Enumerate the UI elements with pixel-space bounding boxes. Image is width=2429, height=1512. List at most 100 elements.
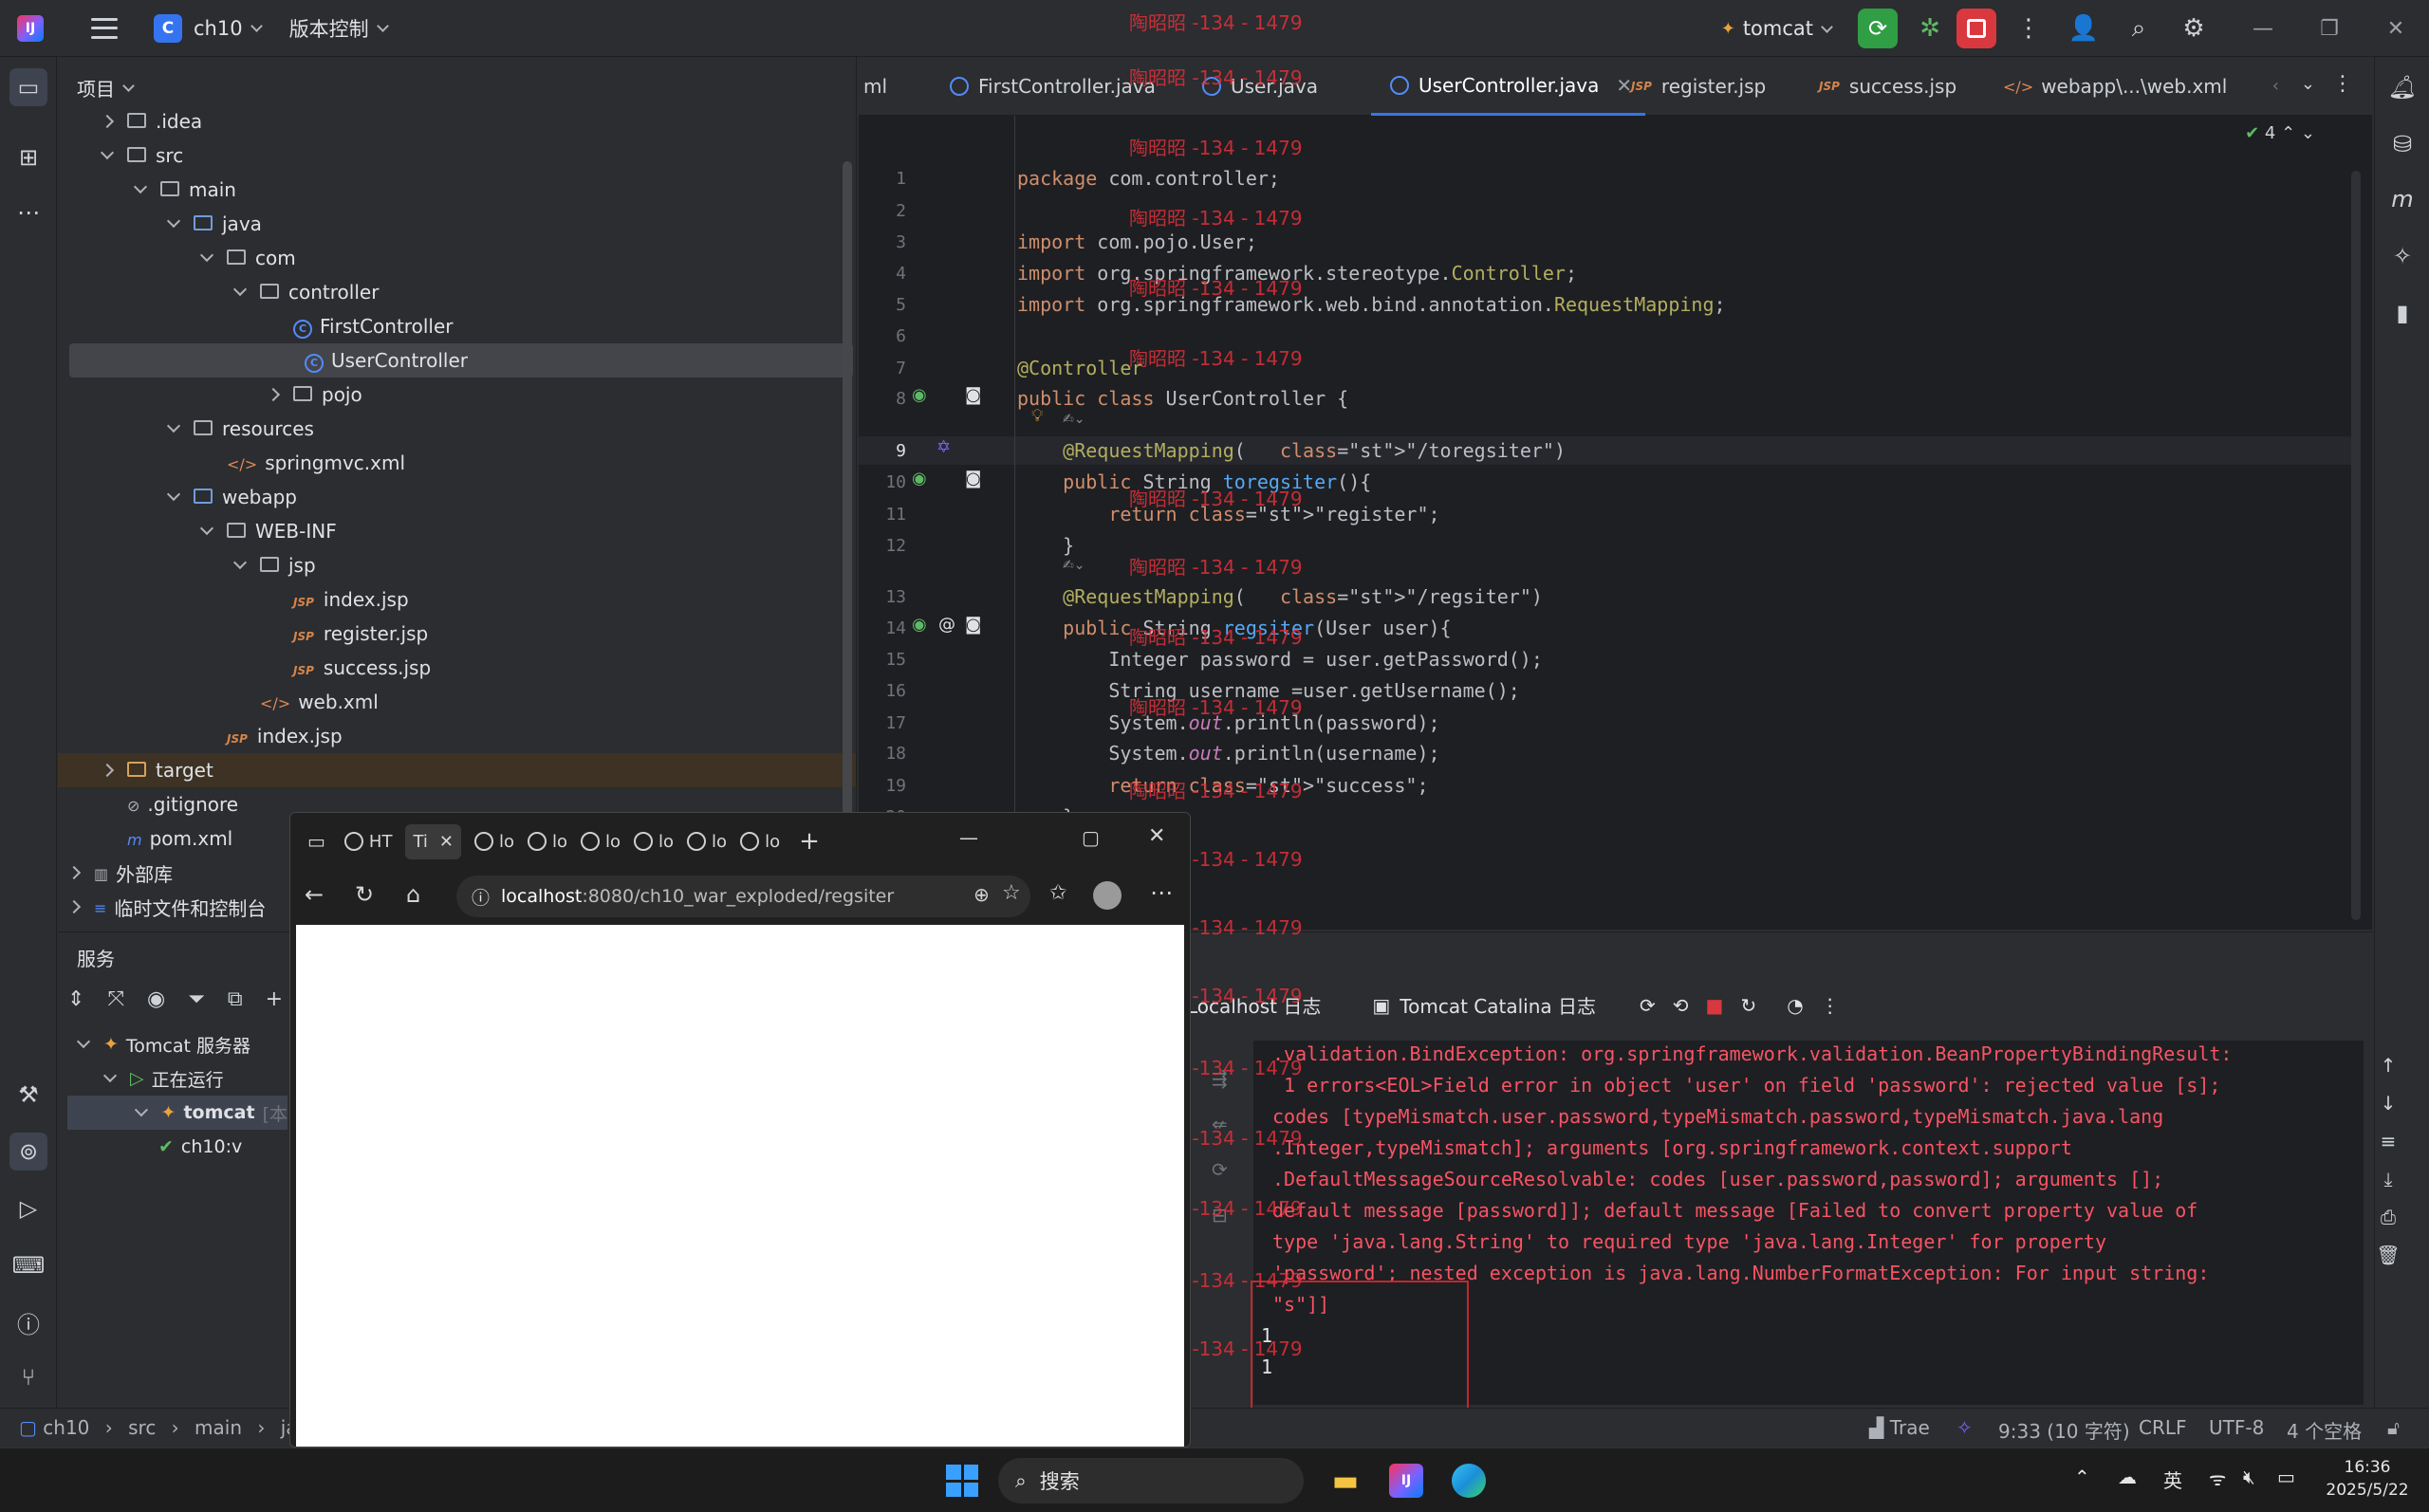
rerun-button[interactable]: ⟳ — [1858, 9, 1898, 48]
new-tab-icon[interactable]: + — [799, 827, 820, 856]
favorites-icon[interactable]: ✩ — [1049, 881, 1066, 905]
chevron-down-icon[interactable] — [133, 179, 148, 194]
build-tool-icon[interactable]: ⚒ — [9, 1076, 47, 1114]
browser-tab[interactable]: lo — [528, 832, 567, 852]
tree-item[interactable]: jsp — [58, 548, 856, 582]
add-user-button[interactable]: 👤 — [2065, 9, 2103, 47]
browser-close-button[interactable]: ✕ — [1148, 824, 1165, 848]
bean-icon[interactable]: ◉ — [912, 385, 927, 405]
tree-item[interactable]: C UserController — [69, 343, 853, 378]
tree-item[interactable]: pojo — [58, 378, 856, 412]
ime-indicator[interactable]: 英 — [2163, 1466, 2182, 1493]
git-tool-icon[interactable]: ⑂ — [9, 1358, 47, 1396]
browser-tab[interactable]: lo — [687, 832, 727, 852]
profiler-icon[interactable]: ◔ — [1787, 994, 1803, 1017]
zoom-icon[interactable]: ⊕ — [973, 883, 990, 906]
battery-icon[interactable]: ▭ — [2277, 1466, 2295, 1488]
arrow-down-icon[interactable]: ↓ — [2369, 1084, 2407, 1122]
chevron-down-icon[interactable] — [166, 213, 181, 229]
filter-icon[interactable]: ⏷ — [188, 987, 205, 1011]
chevron-down-icon[interactable] — [100, 145, 115, 160]
tree-item[interactable]: </> springmvc.xml — [58, 446, 856, 480]
tab-actions-icon[interactable]: ▭ — [307, 830, 325, 853]
chevron-right-icon[interactable] — [66, 865, 82, 880]
tree-item[interactable]: com — [58, 241, 856, 275]
tree-item[interactable]: JSP register.jsp — [58, 617, 856, 651]
browser-maximize-button[interactable]: ▢ — [1082, 826, 1100, 849]
tray-chevron-up-icon[interactable]: ⌃ — [2074, 1466, 2090, 1488]
tree-item[interactable]: target — [58, 753, 856, 787]
browser-minimize-button[interactable]: — — [959, 826, 978, 849]
chevron-right-icon[interactable] — [266, 387, 281, 402]
tab-catalina-log[interactable]: Tomcat Catalina 日志 — [1400, 991, 1596, 1019]
close-window-button[interactable]: ✕ — [2363, 17, 2429, 41]
hint-ai-icon[interactable]: ✍⌄ — [1063, 558, 1085, 573]
chevron-down-icon[interactable] — [232, 282, 248, 297]
scroll-end-icon[interactable]: ⤓ — [2369, 1160, 2407, 1198]
breadcrumb-item[interactable]: main — [195, 1416, 242, 1439]
back-icon[interactable]: ← — [305, 881, 324, 908]
file-encoding[interactable]: UTF-8 — [2209, 1416, 2264, 1439]
breadcrumb-item[interactable]: src — [128, 1416, 156, 1439]
chevron-right-icon[interactable] — [100, 114, 115, 129]
expand-all-icon[interactable]: ⇕ — [67, 987, 84, 1011]
tree-item[interactable]: WEB-INF — [58, 514, 856, 548]
editor-scrollbar[interactable] — [2351, 171, 2361, 920]
run-config-selector[interactable]: ✦ tomcat — [1721, 17, 1833, 40]
minimize-button[interactable]: — — [2230, 17, 2296, 41]
update-icon[interactable]: ⟳ — [1212, 1147, 1228, 1192]
chevron-down-icon[interactable] — [166, 418, 181, 433]
trash-icon[interactable]: 🗑︎ — [2369, 1236, 2407, 1274]
tree-item[interactable]: resources — [58, 412, 856, 446]
favorite-star-icon[interactable]: ☆ — [1002, 881, 1021, 905]
lock-icon[interactable]: 🔓︎ — [2387, 1416, 2400, 1439]
maven-icon[interactable]: m — [2383, 180, 2421, 218]
close-tab-icon[interactable]: ✕ — [439, 832, 454, 852]
notifications-icon[interactable]: 🔔︎ — [2383, 68, 2421, 106]
browser-tab[interactable]: lo — [581, 832, 621, 852]
home-icon[interactable]: ⌂ — [406, 881, 420, 908]
debug-button[interactable]: ✲ — [1911, 9, 1949, 47]
rerun-icon[interactable]: ⟳ — [1640, 994, 1656, 1017]
maximize-button[interactable]: ❐ — [2296, 17, 2363, 41]
caret-position[interactable]: 9:33 (10 字符) — [1998, 1416, 2130, 1444]
breadcrumb[interactable]: ▢ ch10 › src › main › java — [19, 1416, 321, 1439]
tree-item[interactable]: .idea — [58, 104, 856, 138]
project-tool-icon[interactable]: ▭ — [9, 68, 47, 106]
file-explorer-icon[interactable]: ▬ — [1323, 1460, 1368, 1502]
tree-item[interactable]: C FirstController — [58, 309, 856, 343]
chevron-down-icon[interactable] — [232, 555, 248, 570]
chevron-down-icon[interactable] — [102, 1068, 118, 1083]
onedrive-icon[interactable]: ☁ — [2118, 1466, 2137, 1488]
restart-icon[interactable]: ↻ — [1740, 994, 1756, 1017]
browser-tab[interactable]: lo — [634, 832, 674, 852]
soft-wrap-icon[interactable]: ≡ — [2369, 1122, 2407, 1160]
tree-item[interactable]: JSP index.jsp — [58, 719, 856, 753]
taskbar-clock[interactable]: 16:36 2025/5/22 — [2315, 1456, 2420, 1502]
bookmark-icon[interactable]: ▮ — [2383, 294, 2421, 332]
endpoint-icon[interactable]: ✡ — [936, 437, 951, 457]
ai-assistant-icon[interactable]: ✧ — [2383, 237, 2421, 275]
chevron-down-icon[interactable] — [76, 1034, 91, 1049]
intellij-taskbar-icon[interactable]: IJ — [1383, 1460, 1429, 1502]
problems-tool-icon[interactable]: ⓘ — [9, 1303, 47, 1341]
main-menu-icon[interactable] — [91, 17, 118, 39]
hint-ai-icon[interactable]: ✍⌄ — [1063, 412, 1085, 427]
chevron-down-icon[interactable] — [199, 521, 214, 536]
browser-tab[interactable]: HT — [343, 832, 392, 852]
bean-icon[interactable]: ◉ — [912, 469, 927, 489]
tree-item[interactable]: java — [58, 207, 856, 241]
tree-item[interactable]: controller — [58, 275, 856, 309]
tree-item[interactable]: JSP success.jsp — [58, 651, 856, 685]
project-switcher[interactable]: C ch10 — [118, 13, 263, 43]
more-actions-button[interactable]: ⋮ — [2010, 9, 2048, 47]
settings-button[interactable]: ⚙ — [2175, 9, 2213, 47]
chevron-down-icon[interactable] — [199, 248, 214, 263]
more-tools-icon[interactable]: ⋯ — [9, 194, 47, 231]
stop-button[interactable] — [1956, 9, 1996, 48]
trae-widget[interactable]: ▟ Trae — [1869, 1416, 1930, 1439]
browser-page-content[interactable] — [296, 925, 1184, 1447]
arrow-up-icon[interactable]: ↑ — [2369, 1046, 2407, 1084]
ai-status-icon[interactable]: ✧ — [1956, 1416, 1973, 1439]
stop-icon[interactable]: ■ — [1706, 994, 1724, 1017]
